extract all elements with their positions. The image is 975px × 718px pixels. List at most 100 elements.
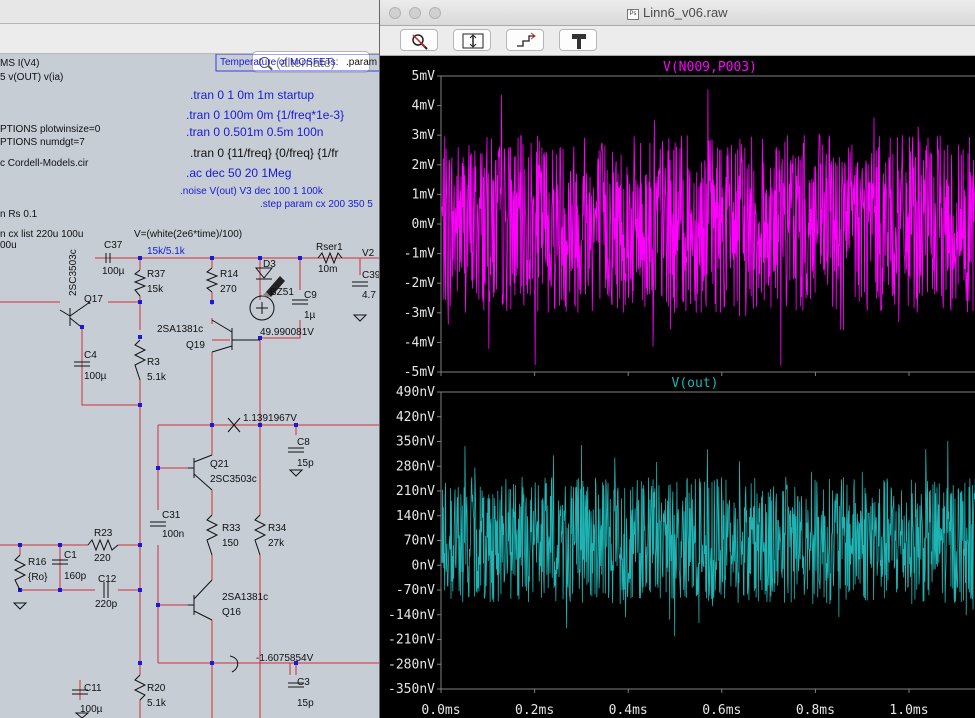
directive[interactable]: .noise V(out) V3 dec 100 1 100k	[180, 186, 324, 197]
svg-text:15k: 15k	[147, 284, 164, 295]
svg-text:2SA1381c: 2SA1381c	[222, 592, 268, 603]
schematic-toolbar	[0, 24, 381, 73]
close-button[interactable]	[389, 7, 401, 19]
svg-text:Q16: Q16	[222, 607, 241, 618]
bottom-y-tick-label: 350nV	[396, 435, 435, 450]
minimize-button[interactable]	[409, 7, 421, 19]
svg-text:15p: 15p	[297, 698, 314, 709]
svg-text:R20: R20	[147, 683, 166, 694]
zoom-out-button[interactable]	[400, 29, 438, 51]
svg-text:R34: R34	[268, 523, 287, 534]
spice-line: 00u	[0, 240, 17, 251]
svg-text:Q19: Q19	[186, 340, 205, 351]
zoom-button[interactable]	[429, 7, 441, 19]
waveform-toolbar	[380, 26, 975, 56]
svg-text:100µ: 100µ	[102, 266, 125, 277]
mosfet-temp-label: Temperature of MOSFETs:	[220, 57, 338, 68]
svg-text:{Ro}: {Ro}	[28, 572, 48, 583]
svg-text:15p: 15p	[297, 458, 314, 469]
autorange-icon	[462, 33, 484, 49]
top-trace-label[interactable]: V(N009,P003)	[663, 60, 757, 75]
window-title: Linn6_v06.raw	[643, 5, 728, 20]
spice-line: n cx list 220u 100u	[0, 229, 83, 240]
svg-text:2SA1381c: 2SA1381c	[157, 324, 203, 335]
x-tick-label: 0.4ms	[609, 703, 648, 718]
x-tick-label: 0.2ms	[515, 703, 554, 718]
top-y-tick-label: 2mV	[412, 158, 436, 173]
svg-text:1µ: 1µ	[304, 310, 316, 321]
bottom-plot-pane[interactable]: V(out) 490nV 420nV 350nV 280nV 210nV 140nV 70n…	[388, 376, 975, 697]
svg-text:220: 220	[94, 553, 111, 564]
svg-text:D3: D3	[263, 259, 276, 270]
schematic-canvas[interactable]: MS I(V4) 5 v(OUT) v(ia) PTIONS plotwinsi…	[0, 54, 381, 718]
svg-text:2SC3503c: 2SC3503c	[68, 249, 79, 296]
waveform-window: Ps Linn6_v06.raw V(N009,P003) 5mV 4mV 3m…	[379, 0, 975, 718]
svg-text:R14: R14	[220, 269, 239, 280]
bottom-y-tick-label: 70nV	[404, 534, 435, 549]
svg-text:V2: V2	[362, 248, 375, 259]
node-voltage: 49.990081V	[260, 327, 314, 338]
probe-icon	[572, 34, 586, 49]
top-y-tick-label: 0mV	[412, 217, 436, 232]
svg-text:C8: C8	[297, 437, 310, 448]
probe-button[interactable]	[559, 29, 597, 51]
svg-text:R3: R3	[147, 357, 160, 368]
bottom-y-tick-label: 0nV	[412, 558, 436, 573]
directive[interactable]: .step param cx 200 350 5	[260, 199, 373, 210]
spice-line: 5 v(OUT) v(ia)	[0, 72, 63, 83]
spice-line: n Rs 0.1	[0, 209, 38, 220]
svg-text:C1: C1	[64, 550, 77, 561]
directive[interactable]: .tran 0 0.501m 0.5m 100n	[186, 125, 323, 139]
svg-text:10m: 10m	[318, 264, 337, 275]
bottom-y-tick-label: 420nV	[396, 410, 435, 425]
svg-text:150: 150	[222, 538, 239, 549]
bottom-trace-label[interactable]: V(out)	[672, 376, 719, 391]
svg-text:5.1k: 5.1k	[147, 698, 167, 709]
svg-text:C12: C12	[98, 574, 117, 585]
pan-button[interactable]	[506, 29, 544, 51]
svg-text:100n: 100n	[162, 529, 184, 540]
svg-text:C37: C37	[104, 240, 123, 251]
x-tick-label: 1.0ms	[889, 703, 928, 718]
svg-text:4.7: 4.7	[362, 290, 376, 301]
autorange-button[interactable]	[453, 29, 491, 51]
top-plot-pane[interactable]: V(N009,P003) 5mV 4mV 3mV 2mV 1mV 0mV -1mV -2mV -…	[404, 60, 975, 380]
svg-text:27k: 27k	[268, 538, 285, 549]
waveform-title-bar[interactable]: Ps Linn6_v06.raw	[380, 0, 975, 26]
svg-text:270: 270	[220, 284, 237, 295]
top-y-tick-label: 4mV	[412, 99, 436, 114]
top-y-ticks: 5mV 4mV 3mV 2mV 1mV 0mV -1mV -2mV -3mV -4mV -5mV	[404, 69, 441, 380]
top-y-tick-label: -4mV	[404, 335, 435, 350]
svg-text:Q21: Q21	[210, 459, 229, 470]
plot-area[interactable]: V(N009,P003) 5mV 4mV 3mV 2mV 1mV 0mV -1mV -2mV -…	[380, 56, 975, 718]
bottom-y-tick-label: -210nV	[388, 633, 435, 648]
zoom-out-icon	[412, 34, 428, 50]
svg-text:Q17: Q17	[84, 294, 103, 305]
top-y-tick-label: 5mV	[412, 69, 436, 84]
bottom-y-tick-label: -280nV	[388, 657, 435, 672]
x-tick-label: 0.8ms	[796, 703, 835, 718]
top-y-tick-label: -1mV	[404, 247, 435, 262]
spice-line: PTIONS numdgt=7	[0, 137, 85, 148]
svg-text:R33: R33	[222, 523, 241, 534]
svg-text:160p: 160p	[64, 571, 87, 582]
resistors	[13, 251, 343, 701]
param-label: .param	[346, 57, 377, 68]
svg-text:BZ51: BZ51	[270, 287, 294, 298]
document-icon: Ps	[627, 9, 639, 20]
bottom-y-tick-label: 210nV	[396, 484, 435, 499]
x-tick-label: 0.0ms	[421, 703, 460, 718]
directive[interactable]: .tran 0 100m 0m {1/freq*1e-3}	[186, 108, 344, 122]
source-expression: V=(white(2e6*time)/100)	[134, 229, 242, 240]
top-y-tick-label: 3mV	[412, 128, 436, 143]
svg-text:C4: C4	[84, 350, 97, 361]
schematic-window: MS I(V4) 5 v(OUT) v(ia) PTIONS plotwinsi…	[0, 0, 381, 718]
directive[interactable]: .ac dec 50 20 1Meg	[186, 166, 291, 180]
directive-active[interactable]: .tran 0 {11/freq} {0/freq} {1/fr	[190, 146, 339, 160]
directive[interactable]: .tran 0 1 0m 1m startup	[190, 88, 314, 102]
top-y-tick-label: -3mV	[404, 306, 435, 321]
ratio-label: 15k/5.1k	[147, 246, 186, 257]
top-y-tick-label: 1mV	[412, 187, 436, 202]
bottom-y-tick-label: 490nV	[396, 385, 435, 400]
svg-text:100µ: 100µ	[80, 704, 103, 715]
